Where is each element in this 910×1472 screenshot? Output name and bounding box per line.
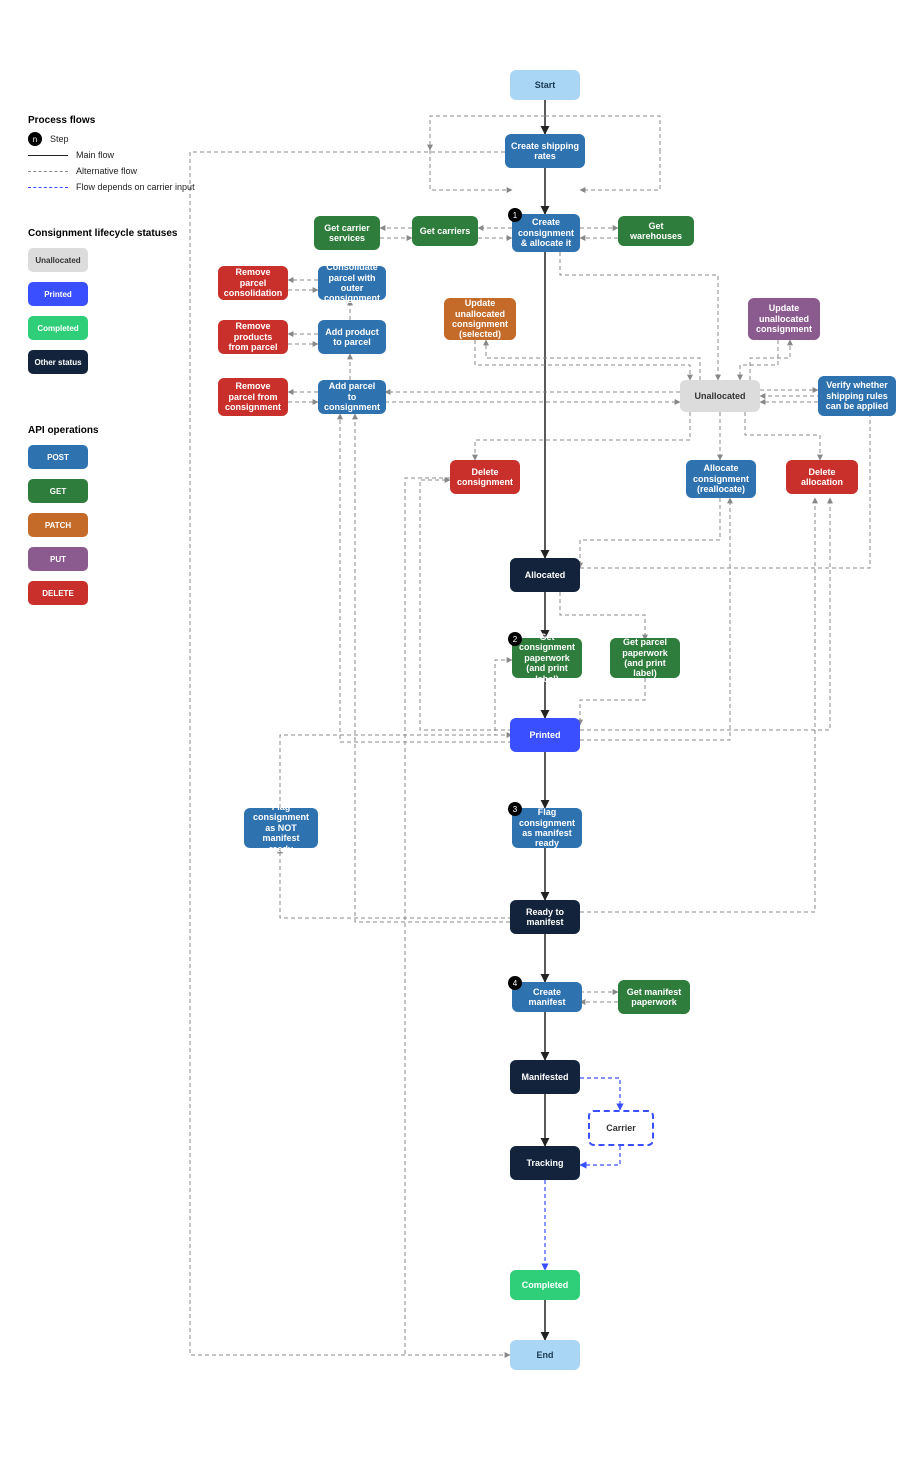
node-get-warehouses: Get warehouses — [618, 216, 694, 246]
dashed-blue-line-icon — [28, 187, 68, 188]
node-flag-not-manifest-ready: Flag consignment as NOT manifest ready — [244, 808, 318, 848]
node-create-consignment: Create consignment & allocate it — [512, 214, 580, 252]
node-delete-consignment: Delete consignment — [450, 460, 520, 494]
node-ready-to-manifest: Ready to manifest — [510, 900, 580, 934]
node-tracking: Tracking — [510, 1146, 580, 1180]
swatch-unallocated: Unallocated — [28, 248, 88, 272]
legend-step: n Step — [28, 132, 69, 146]
node-end: End — [510, 1340, 580, 1370]
swatch-post: POST — [28, 445, 88, 469]
legend-process-flows-title: Process flows — [28, 115, 95, 126]
legend-alt-flow: Alternative flow — [28, 166, 137, 176]
node-remove-parcel-from-consignment: Remove parcel from consignment — [218, 378, 288, 416]
node-update-unallocated-selected: Update unallocated consignment (selected… — [444, 298, 516, 340]
node-allocate-reallocate: Allocate consignment (reallocate) — [686, 460, 756, 498]
node-flag-manifest-ready: Flag consignment as manifest ready — [512, 808, 582, 848]
node-carrier: Carrier — [588, 1110, 654, 1146]
node-unallocated: Unallocated — [680, 380, 760, 412]
legend-main-flow: Main flow — [28, 150, 114, 160]
legend-api-title: API operations — [28, 425, 99, 436]
node-create-shipping-rates: Create shipping rates — [505, 134, 585, 168]
swatch-get: GET — [28, 479, 88, 503]
node-add-parcel-to-consignment: Add parcel to consignment — [318, 380, 386, 414]
step-badge-icon: n — [28, 132, 42, 146]
node-get-carrier-services: Get carrier services — [314, 216, 380, 250]
swatch-put: PUT — [28, 547, 88, 571]
swatch-completed: Completed — [28, 316, 88, 340]
swatch-other: Other status — [28, 350, 88, 374]
node-remove-products-from-parcel: Remove products from parcel — [218, 320, 288, 354]
node-start: Start — [510, 70, 580, 100]
swatch-patch: PATCH — [28, 513, 88, 537]
legend-lifecycle-title: Consignment lifecycle statuses — [28, 228, 178, 239]
legend-carrier-flow: Flow depends on carrier input — [28, 182, 195, 192]
swatch-delete: DELETE — [28, 581, 88, 605]
node-get-parcel-paperwork: Get parcel paperwork (and print label) — [610, 638, 680, 678]
node-get-consignment-paperwork: Get consignment paperwork (and print lab… — [512, 638, 582, 678]
node-remove-parcel-consolidation: Remove parcel consolidation — [218, 266, 288, 300]
dashed-line-icon — [28, 171, 68, 172]
swatch-printed: Printed — [28, 282, 88, 306]
node-get-manifest-paperwork: Get manifest paperwork — [618, 980, 690, 1014]
node-printed: Printed — [510, 718, 580, 752]
flowchart-canvas: Process flows n Step Main flow Alternativ… — [0, 0, 910, 1472]
node-create-manifest: Create manifest — [512, 982, 582, 1012]
node-allocated: Allocated — [510, 558, 580, 592]
step-badge-3: 3 — [508, 802, 522, 816]
step-badge-4: 4 — [508, 976, 522, 990]
solid-line-icon — [28, 155, 68, 156]
step-badge-2: 2 — [508, 632, 522, 646]
node-add-product-to-parcel: Add product to parcel — [318, 320, 386, 354]
node-get-carriers: Get carriers — [412, 216, 478, 246]
legend-step-label: Step — [50, 134, 69, 144]
node-manifested: Manifested — [510, 1060, 580, 1094]
node-verify-shipping-rules: Verify whether shipping rules can be app… — [818, 376, 896, 416]
step-badge-1: 1 — [508, 208, 522, 222]
node-delete-allocation: Delete allocation — [786, 460, 858, 494]
node-completed: Completed — [510, 1270, 580, 1300]
node-consolidate-parcel: Consolidate parcel with outer consignmen… — [318, 266, 386, 300]
node-update-unallocated: Update unallocated consignment — [748, 298, 820, 340]
